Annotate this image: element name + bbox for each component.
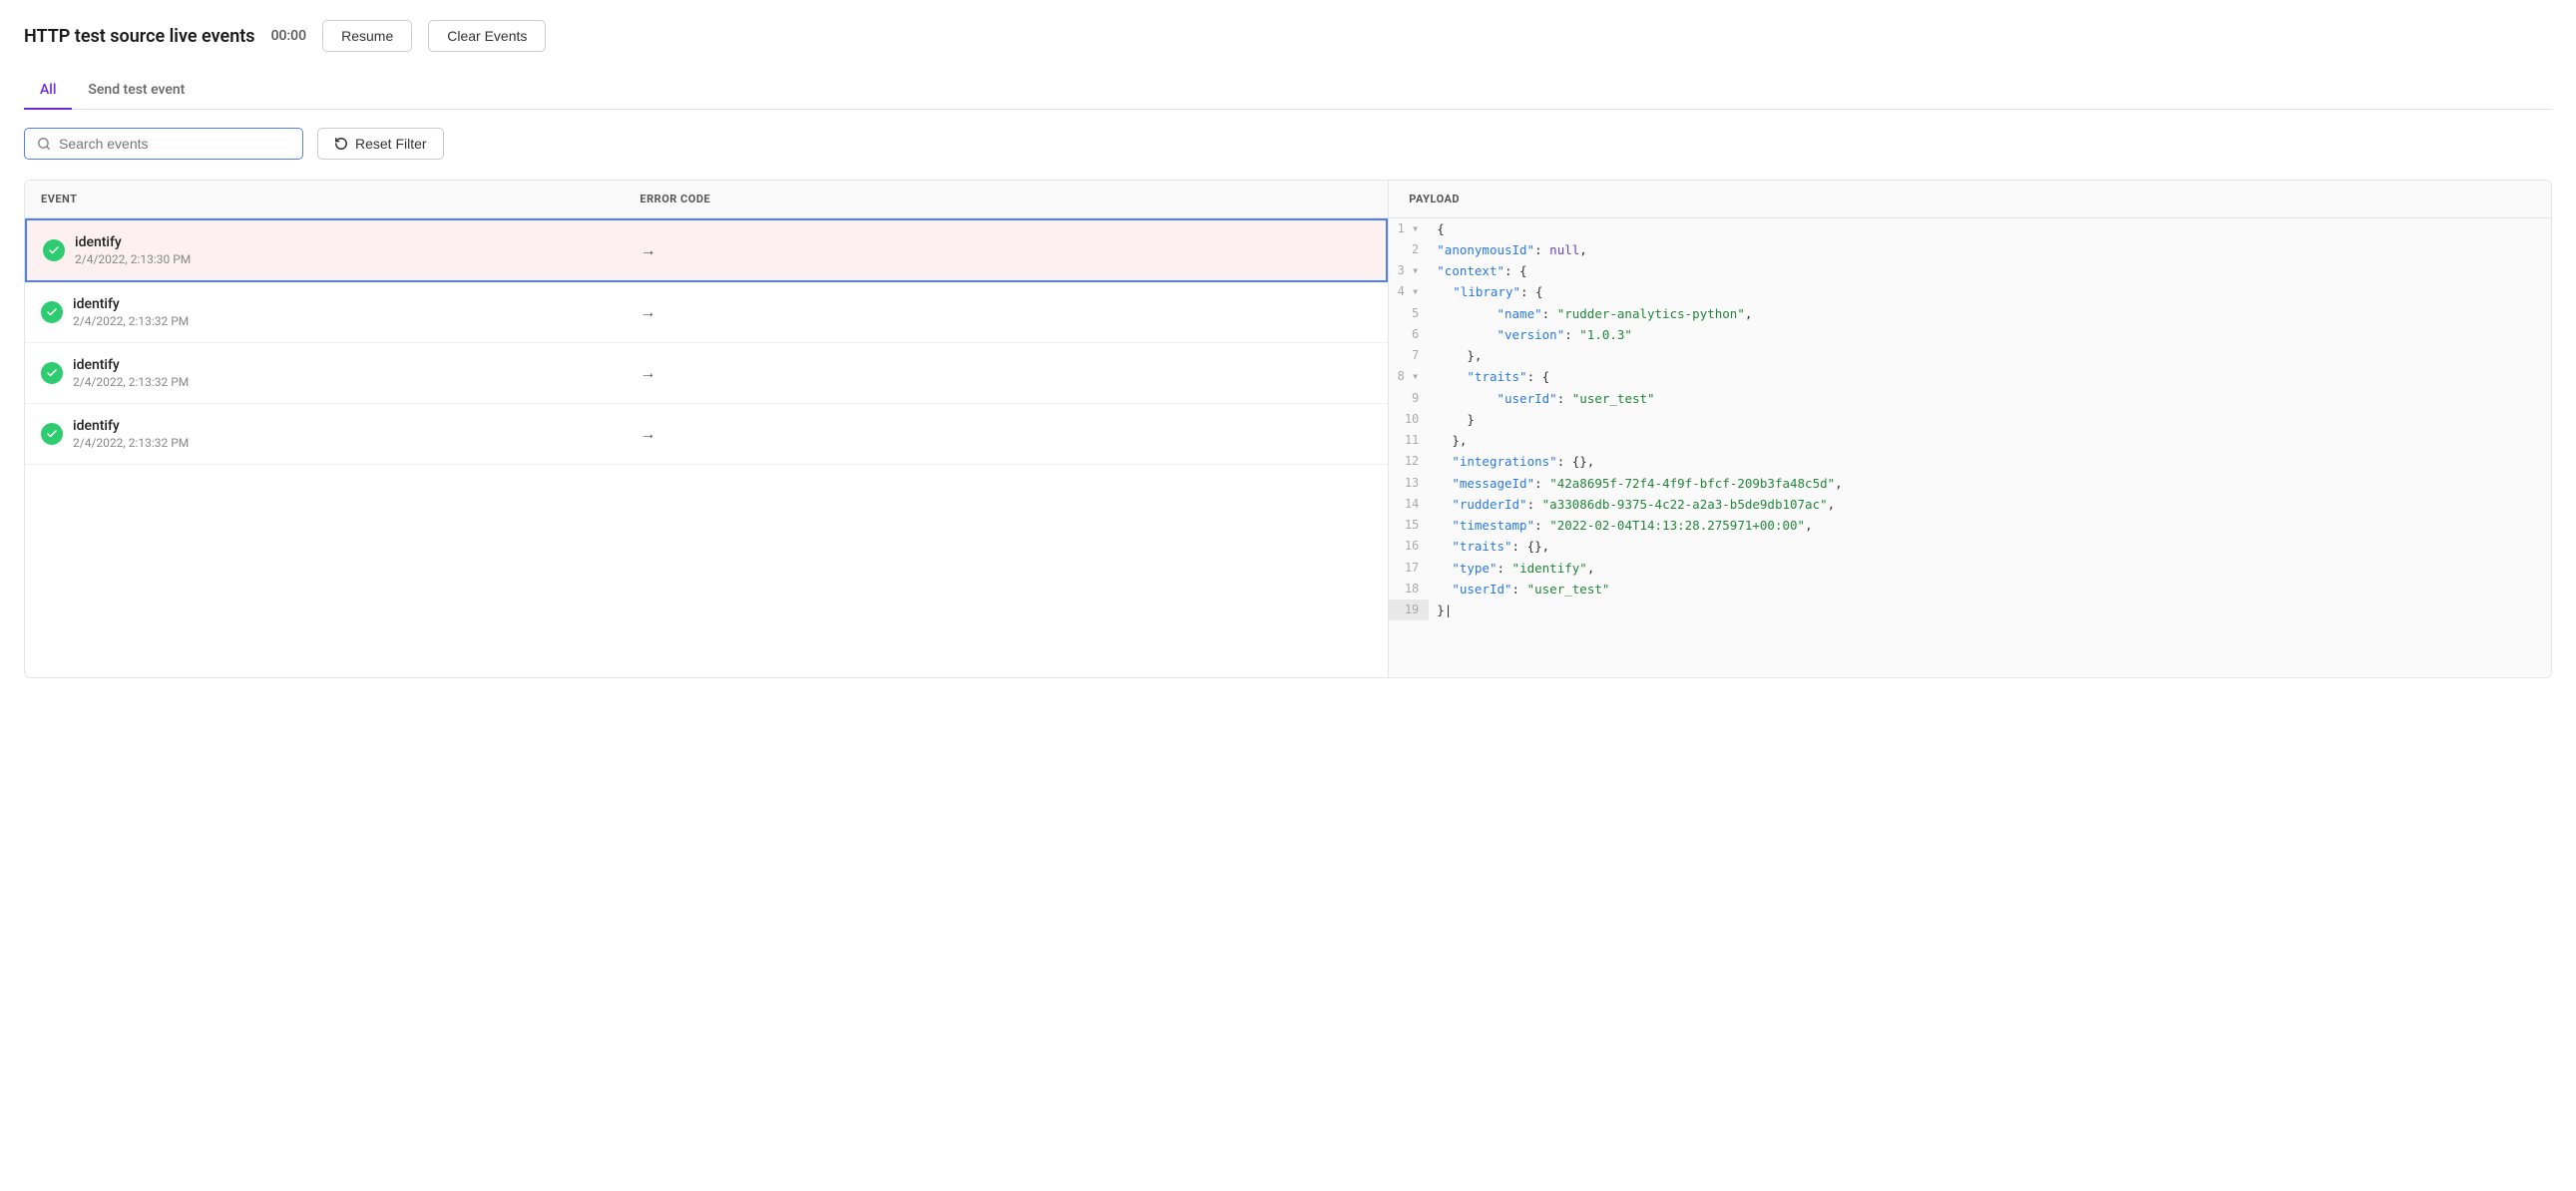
code-line: 13 "messageId": "42a8695f-72f4-4f9f-bfcf…: [1389, 473, 2551, 494]
arrow-icon: →: [640, 424, 655, 444]
page-title: HTTP test source live events: [24, 26, 255, 47]
arrow-icon: →: [641, 240, 656, 260]
success-icon: [41, 423, 63, 445]
code-line: 5 "name": "rudder-analytics-python",: [1389, 303, 2551, 324]
code-line: 7 },: [1389, 345, 2551, 366]
payload-panel: PAYLOAD 1 ▾ { 2 "anonymousId": null, 3 ▾…: [1389, 181, 2551, 677]
check-mark: [46, 367, 58, 379]
code-line: 11 },: [1389, 430, 2551, 451]
col-event-header: EVENT: [41, 193, 640, 205]
table-row[interactable]: identify 2/4/2022, 2:13:32 PM →: [25, 343, 1388, 404]
code-line: 8 ▾ "traits": {: [1389, 366, 2551, 387]
code-line: 12 "integrations": {},: [1389, 451, 2551, 472]
tab-send-test-event[interactable]: Send test event: [72, 72, 201, 110]
event-error-cell: →: [640, 363, 1372, 383]
success-icon: [43, 239, 65, 261]
table-row[interactable]: identify 2/4/2022, 2:13:32 PM →: [25, 282, 1388, 343]
code-line: 2 "anonymousId": null,: [1389, 239, 2551, 260]
clear-events-button[interactable]: Clear Events: [428, 20, 546, 52]
event-error-cell: →: [640, 302, 1372, 322]
check-mark: [46, 306, 58, 318]
event-error-cell: →: [641, 240, 1371, 260]
code-line: 9 "userId": "user_test": [1389, 388, 2551, 409]
event-cell: identify 2/4/2022, 2:13:32 PM: [41, 357, 640, 389]
check-mark: [46, 428, 58, 440]
table-row[interactable]: identify 2/4/2022, 2:13:32 PM →: [25, 404, 1388, 465]
arrow-icon: →: [640, 363, 655, 383]
events-table-header: EVENT ERROR CODE: [25, 181, 1388, 218]
event-info: identify 2/4/2022, 2:13:32 PM: [73, 418, 189, 450]
code-line: 3 ▾ "context": {: [1389, 260, 2551, 281]
search-row: Reset Filter: [24, 128, 2552, 160]
payload-header: PAYLOAD: [1389, 181, 2551, 218]
resume-button[interactable]: Resume: [322, 20, 412, 52]
page-container: HTTP test source live events 00:00 Resum…: [0, 0, 2576, 1191]
code-line: 6 "version": "1.0.3": [1389, 324, 2551, 345]
reset-filter-button[interactable]: Reset Filter: [317, 128, 444, 160]
reset-icon: [334, 137, 348, 151]
event-info: identify 2/4/2022, 2:13:32 PM: [73, 357, 189, 389]
col-error-header: ERROR CODE: [640, 193, 1372, 205]
success-icon: [41, 301, 63, 323]
table-row[interactable]: identify 2/4/2022, 2:13:30 PM →: [25, 218, 1388, 282]
main-content: EVENT ERROR CODE identify 2/4/2022, 2:13…: [24, 180, 2552, 678]
tab-all[interactable]: All: [24, 72, 72, 110]
check-mark: [48, 244, 60, 256]
event-info: identify 2/4/2022, 2:13:32 PM: [73, 296, 189, 328]
tabs-bar: All Send test event: [24, 72, 2552, 110]
event-error-cell: →: [640, 424, 1372, 444]
search-input-wrapper: [24, 128, 303, 160]
code-line: 10 }: [1389, 409, 2551, 430]
event-cell: identify 2/4/2022, 2:13:30 PM: [43, 234, 641, 266]
event-cell: identify 2/4/2022, 2:13:32 PM: [41, 296, 640, 328]
code-line: 4 ▾ "library": {: [1389, 281, 2551, 302]
code-line: 19 }|: [1389, 599, 2551, 620]
event-info: identify 2/4/2022, 2:13:30 PM: [75, 234, 191, 266]
code-line: 18 "userId": "user_test": [1389, 579, 2551, 599]
code-line: 15 "timestamp": "2022-02-04T14:13:28.275…: [1389, 515, 2551, 536]
code-line: 16 "traits": {},: [1389, 536, 2551, 557]
event-cell: identify 2/4/2022, 2:13:32 PM: [41, 418, 640, 450]
timer: 00:00: [271, 28, 307, 44]
success-icon: [41, 362, 63, 384]
events-panel: EVENT ERROR CODE identify 2/4/2022, 2:13…: [25, 181, 1389, 677]
code-line: 14 "rudderId": "a33086db-9375-4c22-a2a3-…: [1389, 494, 2551, 515]
payload-body: 1 ▾ { 2 "anonymousId": null, 3 ▾ "contex…: [1389, 218, 2551, 621]
arrow-icon: →: [640, 302, 655, 322]
code-line: 1 ▾ {: [1389, 218, 2551, 239]
search-input[interactable]: [59, 136, 290, 152]
header: HTTP test source live events 00:00 Resum…: [24, 20, 2552, 52]
search-icon: [37, 137, 51, 151]
code-line: 17 "type": "identify",: [1389, 558, 2551, 579]
